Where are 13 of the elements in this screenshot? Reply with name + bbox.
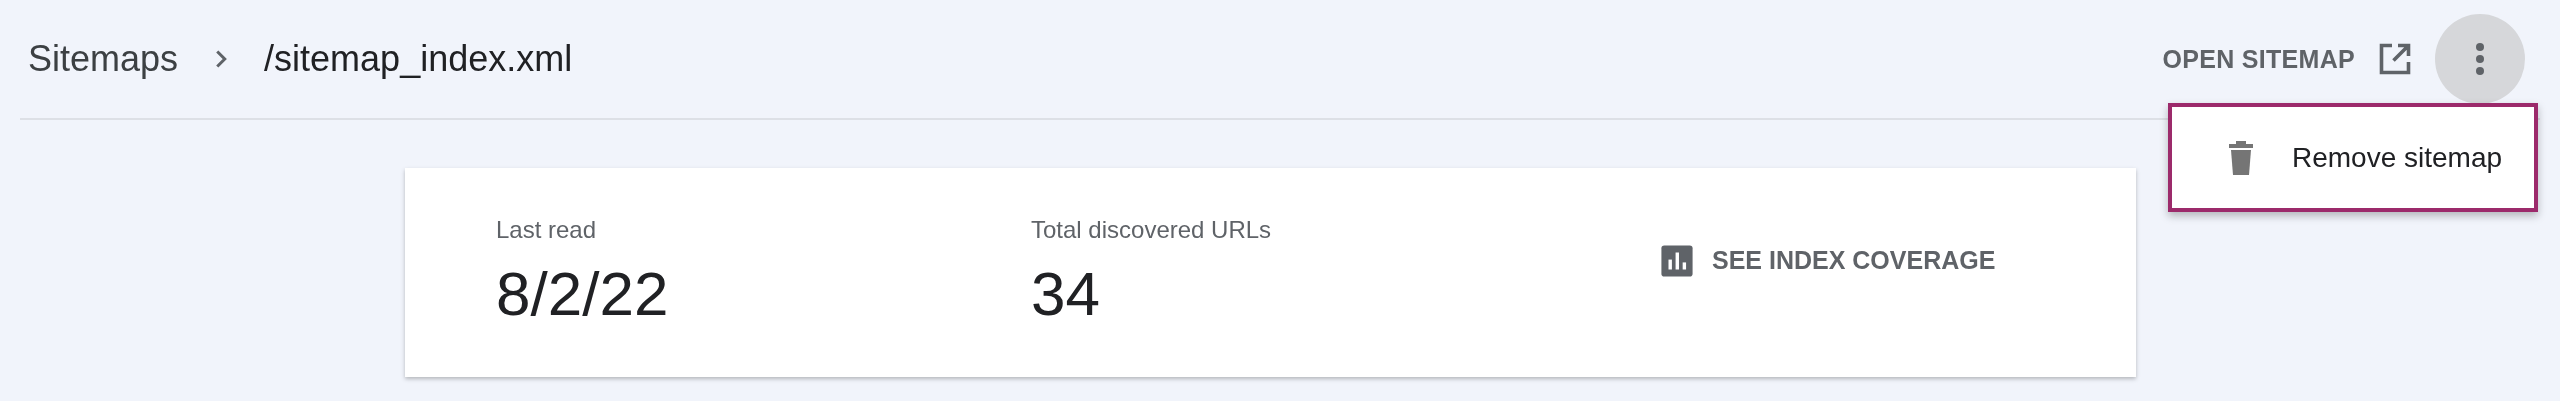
open-sitemap-button[interactable]: OPEN SITEMAP [2162, 44, 2355, 74]
breadcrumb-item[interactable]: Sitemaps [28, 38, 179, 80]
stat-label: Total discovered URLs [1031, 216, 1273, 244]
more-icon [2474, 41, 2486, 77]
stat-value: 8/2/22 [496, 258, 670, 329]
menu-item[interactable]: Remove sitemap [2172, 107, 2534, 208]
breadcrumb-item: /sitemap_index.xml [264, 38, 573, 80]
trash-icon [2228, 140, 2254, 175]
external-link-icon[interactable] [2377, 41, 2413, 77]
stat-label: Last read [496, 216, 598, 244]
see-index-coverage-link[interactable]: SEE INDEX COVERAGE [1660, 243, 1996, 278]
stat-value: 34 [1031, 258, 1101, 329]
bar-chart-icon [1660, 243, 1694, 278]
